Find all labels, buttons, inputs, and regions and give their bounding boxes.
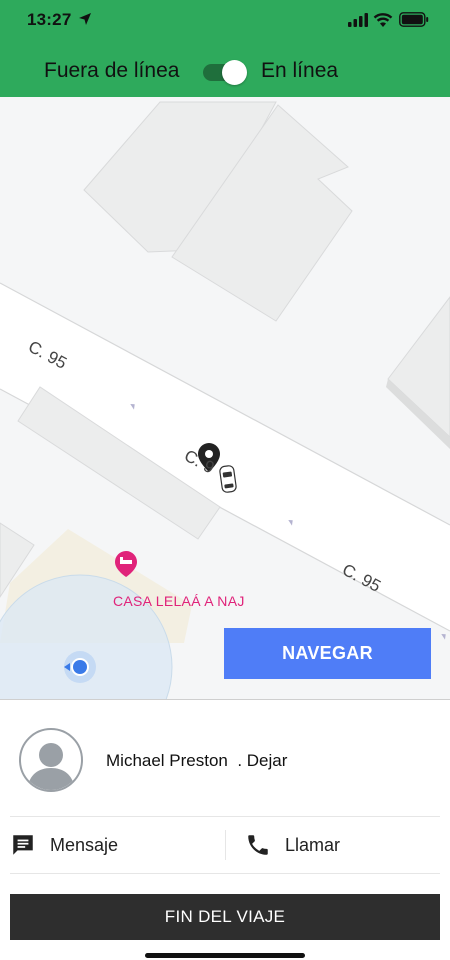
user-location-icon <box>64 651 96 683</box>
message-label: Mensaje <box>50 834 119 855</box>
toggle-knob <box>222 60 247 85</box>
status-time: 13:27 <box>27 10 72 29</box>
call-label: Llamar <box>285 834 341 855</box>
status-bar: 13:27 <box>0 0 450 42</box>
app-header: 13:27 Fuera de línea En línea <box>0 0 450 97</box>
divider <box>10 816 440 817</box>
call-button[interactable]: Llamar <box>245 818 435 872</box>
battery-icon <box>399 12 429 27</box>
navigate-button[interactable]: NAVEGAR <box>224 628 431 679</box>
trip-panel: Michael Preston . Dejar Mensaje Llamar F… <box>0 699 450 960</box>
poi-label[interactable]: CASA LELAÁ A NAJ <box>113 593 245 609</box>
offline-label: Fuera de línea <box>44 59 180 82</box>
map-view[interactable]: C. 95 C. 95 C. 9 CASA LELAÁ A NAJ NAVEGA… <box>0 97 450 699</box>
phone-icon <box>248 835 268 855</box>
signal-icon <box>348 13 368 27</box>
online-toggle[interactable] <box>203 60 247 85</box>
vertical-divider <box>225 830 226 860</box>
person-icon <box>27 743 75 790</box>
end-trip-button[interactable]: FIN DEL VIAJE <box>10 894 440 940</box>
divider <box>10 873 440 874</box>
rider-name: Michael Preston . Dejar <box>106 751 288 770</box>
online-status-row: Fuera de línea En línea <box>0 56 450 88</box>
location-arrow-icon <box>79 13 91 25</box>
message-button[interactable]: Mensaje <box>10 818 220 872</box>
home-indicator[interactable] <box>145 953 305 958</box>
avatar <box>19 728 83 792</box>
chat-icon <box>13 835 33 855</box>
car-icon <box>219 465 237 493</box>
online-label: En línea <box>261 59 339 82</box>
wifi-icon <box>373 13 393 27</box>
